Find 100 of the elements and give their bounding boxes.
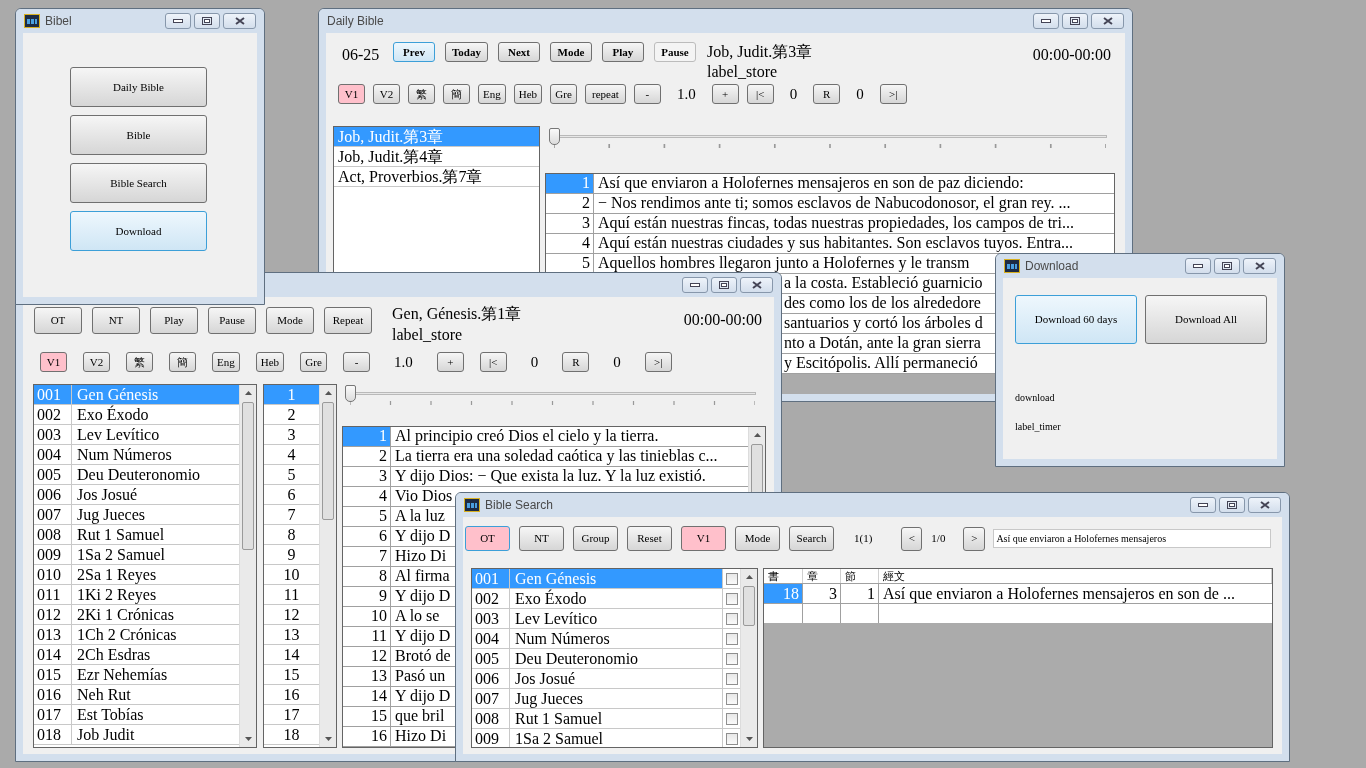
button[interactable]: Group <box>573 526 618 551</box>
column-header[interactable]: 章 <box>803 569 841 583</box>
button[interactable]: Prev <box>393 42 435 62</box>
toggle-button[interactable]: 簡 <box>169 352 196 373</box>
checkbox[interactable] <box>725 612 738 625</box>
list-item[interactable]: 004 Num Números <box>472 629 740 649</box>
list-item[interactable]: 004 Num Números <box>34 444 239 465</box>
list-item[interactable]: 006 Jos Josué <box>472 669 740 689</box>
scroll-thumb[interactable] <box>322 401 334 520</box>
checkbox[interactable] <box>725 652 738 665</box>
list-item[interactable]: 005 Deu Deuteronomio <box>34 464 239 485</box>
list-item[interactable]: 014 2Ch Esdras <box>34 644 239 665</box>
checkbox[interactable] <box>725 732 738 745</box>
checkbox[interactable] <box>725 712 738 725</box>
button[interactable]: >| <box>879 84 907 105</box>
list-item[interactable]: 017 Est Tobías <box>34 704 239 725</box>
button[interactable]: - <box>633 84 661 105</box>
list-item[interactable]: 005 Deu Deuteronomio <box>472 649 740 669</box>
button[interactable]: - <box>343 352 371 373</box>
previous-button[interactable]: < <box>901 526 923 551</box>
button[interactable]: Bible <box>70 115 207 155</box>
button[interactable]: + <box>436 352 464 373</box>
checkbox[interactable] <box>725 592 738 605</box>
maximize-button[interactable] <box>1214 258 1240 274</box>
minimize-button[interactable] <box>682 277 708 293</box>
list-item[interactable]: 008 Rut 1 Samuel <box>472 709 740 729</box>
list-item[interactable]: 015 Ezr Nehemías <box>34 664 239 685</box>
toggle-button[interactable]: 繁 <box>126 352 153 373</box>
list-item[interactable]: Job, Judit.第4章 <box>334 146 539 167</box>
list-item[interactable]: Act, Proverbios.第7章 <box>334 166 539 187</box>
search-field[interactable]: Así que enviaron a Holofernes mensajeros <box>993 529 1271 548</box>
button[interactable]: NT <box>92 307 140 334</box>
toggle-button[interactable]: Heb <box>513 84 543 105</box>
button[interactable]: Play <box>601 42 644 62</box>
button[interactable]: Search <box>789 526 834 551</box>
button[interactable]: Bible Search <box>70 163 207 203</box>
scroll-thumb[interactable] <box>242 401 254 550</box>
scrollbar[interactable] <box>740 569 757 747</box>
button[interactable]: Download All <box>1145 295 1267 344</box>
scroll-thumb[interactable] <box>743 586 755 626</box>
list-item[interactable]: 008 Rut 1 Samuel <box>34 524 239 545</box>
button[interactable]: Pause <box>208 307 256 334</box>
button[interactable]: Play <box>150 307 198 334</box>
button[interactable]: Daily Bible <box>70 67 207 107</box>
list-item[interactable]: 011 1Ki 2 Reyes <box>34 584 239 605</box>
button[interactable]: >| <box>644 352 672 373</box>
next-button[interactable]: > <box>963 526 986 551</box>
button[interactable]: Download 60 days <box>1015 295 1137 344</box>
column-header[interactable]: 書 <box>764 569 803 583</box>
button[interactable]: R <box>562 352 590 373</box>
button[interactable]: Mode <box>549 42 592 62</box>
button[interactable]: R <box>813 84 841 105</box>
list-item[interactable]: 007 Jug Jueces <box>34 504 239 525</box>
list-item[interactable]: 013 1Ch 2 Crónicas <box>34 624 239 645</box>
toggle-button[interactable]: Gre <box>550 84 578 105</box>
maximize-button[interactable] <box>194 13 220 29</box>
toggle-button[interactable]: Heb <box>255 352 285 373</box>
list-item[interactable]: 002 Exo Éxodo <box>34 404 239 425</box>
button[interactable]: Next <box>497 42 540 62</box>
toggle-button[interactable]: 簡 <box>443 84 470 105</box>
toggle-button[interactable]: Eng <box>212 352 240 373</box>
maximize-button[interactable] <box>1219 497 1245 513</box>
button[interactable]: OT <box>34 307 82 334</box>
checkbox[interactable] <box>725 632 738 645</box>
minimize-button[interactable] <box>1185 258 1211 274</box>
scrollbar[interactable] <box>319 384 336 747</box>
list-item[interactable]: 009 1Sa 2 Samuel <box>472 729 740 747</box>
button[interactable]: + <box>711 84 739 105</box>
maximize-button[interactable] <box>1062 13 1088 29</box>
toggle-button[interactable]: Eng <box>478 84 506 105</box>
toggle-button[interactable]: V2 <box>83 352 110 373</box>
close-button[interactable] <box>740 277 773 293</box>
toggle-button[interactable]: Gre <box>300 352 328 373</box>
minimize-button[interactable] <box>165 13 191 29</box>
toggle-button[interactable]: V2 <box>373 84 400 105</box>
list-item[interactable]: 003 Lev Levítico <box>34 424 239 445</box>
list-item[interactable]: 018 Job Judit <box>34 724 239 745</box>
button[interactable]: NT <box>519 526 564 551</box>
checkbox[interactable] <box>725 572 738 585</box>
close-button[interactable] <box>1243 258 1276 274</box>
button[interactable]: Mode <box>266 307 314 334</box>
slider-thumb[interactable] <box>345 384 356 402</box>
button[interactable]: Reset <box>627 526 672 551</box>
list-item[interactable]: 010 2Sa 1 Reyes <box>34 564 239 585</box>
button[interactable]: repeat <box>585 84 626 105</box>
list-item[interactable]: 007 Jug Jueces <box>472 689 740 709</box>
checkbox[interactable] <box>725 672 738 685</box>
button[interactable]: OT <box>465 526 510 551</box>
toggle-button[interactable]: V1 <box>338 84 365 105</box>
button[interactable]: Mode <box>735 526 780 551</box>
toggle-button[interactable]: 繁 <box>408 84 435 105</box>
list-item[interactable]: 006 Jos Josué <box>34 484 239 505</box>
button[interactable]: Repeat <box>324 307 372 334</box>
toggle-button[interactable]: V1 <box>40 352 67 373</box>
list-item[interactable]: 012 2Ki 1 Crónicas <box>34 604 239 625</box>
maximize-button[interactable] <box>711 277 737 293</box>
close-button[interactable] <box>223 13 256 29</box>
slider-thumb[interactable] <box>549 127 560 145</box>
checkbox[interactable] <box>725 692 738 705</box>
minimize-button[interactable] <box>1190 497 1216 513</box>
